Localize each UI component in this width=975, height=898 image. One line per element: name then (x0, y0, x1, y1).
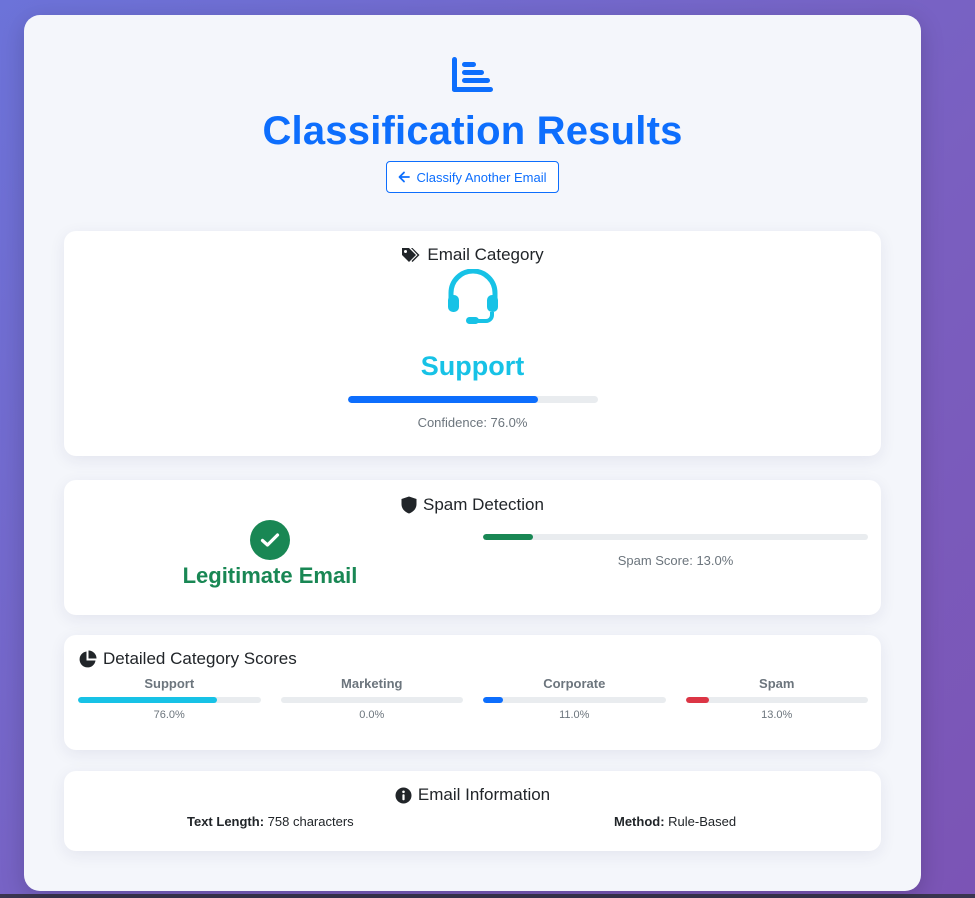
spam-status-label: Legitimate Email (182, 563, 358, 588)
detailed-scores-heading: Detailed Category Scores (78, 649, 297, 669)
score-label: Marketing (341, 676, 403, 691)
score-value: 0.0% (359, 709, 385, 721)
results-container: Classification Results Classify Another … (24, 15, 921, 891)
email-category-title: Email Category (427, 245, 544, 264)
score-value: 11.0% (559, 709, 590, 721)
score-bar (685, 697, 868, 703)
score-label: Corporate (543, 676, 606, 691)
score-item-corporate: Corporate 11.0% (483, 676, 666, 721)
score-bar (78, 697, 261, 703)
shield-icon (401, 496, 417, 514)
spam-detection-title: Spam Detection (423, 495, 544, 514)
check-circle-icon (250, 520, 290, 560)
detailed-scores-card: Detailed Category Scores Support 76.0% M… (64, 635, 881, 750)
classify-another-email-label: Classify Another Email (416, 169, 547, 185)
page-title: Classification Results (262, 109, 683, 153)
score-bar (280, 697, 463, 703)
score-value: 76.0% (153, 709, 185, 721)
email-category-heading: Email Category (64, 245, 881, 265)
score-label: Support (144, 676, 195, 691)
spam-status: Legitimate Email (170, 520, 370, 589)
confidence-text: Confidence: 76.0% (417, 415, 528, 430)
method-label: Method: (614, 814, 665, 829)
text-length-info: Text Length: 758 characters (187, 814, 354, 829)
tags-icon (402, 248, 420, 262)
score-fill (685, 697, 710, 703)
spam-score-text: Spam Score: 13.0% (617, 553, 734, 568)
check-mark-icon (260, 533, 280, 547)
chart-bar-icon (451, 57, 493, 92)
email-information-heading: Email Information (64, 785, 881, 805)
pie-chart-icon (79, 650, 97, 667)
text-length-value: 758 characters (267, 814, 354, 829)
score-item-spam: Spam 13.0% (685, 676, 868, 721)
score-bar (483, 697, 666, 703)
spam-score-bar (483, 534, 868, 540)
headset-icon (447, 269, 498, 324)
confidence-progress-fill (347, 396, 538, 403)
score-value: 13.0% (761, 709, 793, 721)
method-value: Rule-Based (668, 814, 737, 829)
score-fill (483, 697, 504, 703)
window-bottom-edge (0, 894, 975, 898)
confidence-progress-bar (347, 396, 598, 403)
score-label: Spam (759, 676, 795, 691)
email-information-title: Email Information (417, 785, 551, 804)
text-length-label: Text Length: (187, 814, 265, 829)
score-item-marketing: Marketing 0.0% (280, 676, 463, 721)
score-item-support: Support 76.0% (78, 676, 261, 721)
page-header: Classification Results Classify Another … (24, 55, 921, 193)
spam-detection-heading: Spam Detection (64, 495, 881, 515)
email-category-card: Email Category Support Confidence: 76.0% (64, 231, 881, 456)
detailed-scores-title: Detailed Category Scores (103, 649, 297, 668)
arrow-left-icon (399, 171, 411, 183)
info-circle-icon (395, 787, 412, 803)
spam-score-section: Spam Score: 13.0% (483, 534, 868, 568)
method-info: Method: Rule-Based (614, 814, 736, 829)
spam-detection-card: Spam Detection Legitimate Email Spam Sco… (64, 480, 881, 615)
spam-score-fill (483, 534, 534, 540)
email-information-card: Email Information Text Length: 758 chara… (64, 771, 881, 851)
category-scores-row: Support 76.0% Marketing 0.0% Corporate 1… (78, 676, 868, 721)
score-fill (78, 697, 217, 703)
category-name: Support (420, 351, 525, 381)
classify-another-email-button[interactable]: Classify Another Email (386, 161, 559, 193)
